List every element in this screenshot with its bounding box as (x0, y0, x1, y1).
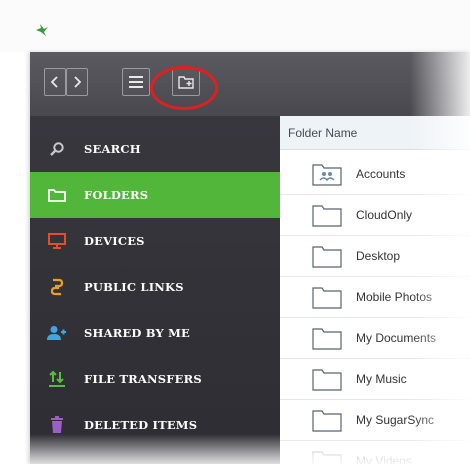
folder-name: Mobile Photos (356, 290, 433, 304)
sidebar-item-label: SHARED BY ME (84, 326, 191, 340)
column-header-label: Folder Name (288, 125, 358, 140)
sidebar-item-label: SEARCH (84, 142, 141, 156)
sidebar-item-label: FOLDERS (84, 188, 149, 202)
folder-icon (312, 246, 342, 268)
transfer-icon (46, 368, 68, 390)
list-item[interactable]: CloudOnly (280, 195, 470, 236)
shared-folder-icon (312, 164, 342, 186)
highlight-circle (150, 66, 218, 110)
link-icon (46, 276, 68, 298)
sidebar-item-label: DEVICES (84, 234, 145, 248)
folder-icon (312, 205, 342, 227)
chevron-right-icon (74, 76, 82, 88)
list-item[interactable]: Mobile Photos (280, 277, 470, 318)
sidebar-item-deleted-items[interactable]: DELETED ITEMS (30, 402, 280, 448)
monitor-icon (46, 230, 68, 252)
list-item[interactable]: Accounts (280, 154, 470, 195)
shared-user-icon (46, 322, 68, 344)
search-icon (46, 138, 68, 160)
folder-name: CloudOnly (356, 208, 413, 222)
list-item[interactable]: My Videos (280, 441, 470, 464)
folder-icon (312, 410, 342, 432)
folder-list: Folder Name Accounts CloudOnly Desktop M… (280, 116, 470, 464)
sidebar-item-label: PUBLIC LINKS (84, 280, 184, 294)
list-item[interactable]: My SugarSync (280, 400, 470, 441)
app-logo-icon (36, 24, 48, 36)
folder-icon (312, 328, 342, 350)
hamburger-menu-icon (129, 76, 143, 88)
folder-icon (312, 287, 342, 309)
folder-name: Desktop (356, 249, 401, 263)
sidebar-item-folders[interactable]: FOLDERS (30, 172, 280, 218)
list-item[interactable]: Desktop (280, 236, 470, 277)
sidebar-item-devices[interactable]: DEVICES (30, 218, 280, 264)
sidebar-item-file-transfers[interactable]: FILE TRANSFERS (30, 356, 280, 402)
column-header-folder-name[interactable]: Folder Name (280, 116, 470, 150)
sidebar-item-label: DELETED ITEMS (84, 418, 198, 432)
folder-name: My Documents (356, 331, 437, 345)
folder-name: My SugarSync (356, 413, 435, 427)
sidebar-item-label: FILE TRANSFERS (84, 372, 202, 386)
sidebar-item-search[interactable]: SEARCH (30, 126, 280, 172)
app-window: SEARCH FOLDERS DEVICES PUBLIC LINKS SHAR… (30, 52, 470, 464)
trash-icon (46, 414, 68, 436)
folder-icon (312, 369, 342, 391)
toolbar (30, 52, 470, 116)
sidebar-item-shared-by-me[interactable]: SHARED BY ME (30, 310, 280, 356)
folder-name: My Music (356, 372, 407, 386)
folder-name: Accounts (356, 167, 406, 181)
sidebar-item-public-links[interactable]: PUBLIC LINKS (30, 264, 280, 310)
folder-name: My Videos (356, 454, 412, 464)
forward-button[interactable] (66, 68, 88, 96)
title-bar (0, 0, 470, 52)
list-item[interactable]: My Music (280, 359, 470, 400)
list-item[interactable]: My Documents (280, 318, 470, 359)
back-button[interactable] (44, 68, 66, 96)
folder-icon (312, 451, 342, 464)
menu-button[interactable] (122, 68, 150, 96)
folder-icon (46, 184, 68, 206)
sidebar: SEARCH FOLDERS DEVICES PUBLIC LINKS SHAR… (30, 116, 280, 464)
chevron-left-icon (50, 76, 58, 88)
